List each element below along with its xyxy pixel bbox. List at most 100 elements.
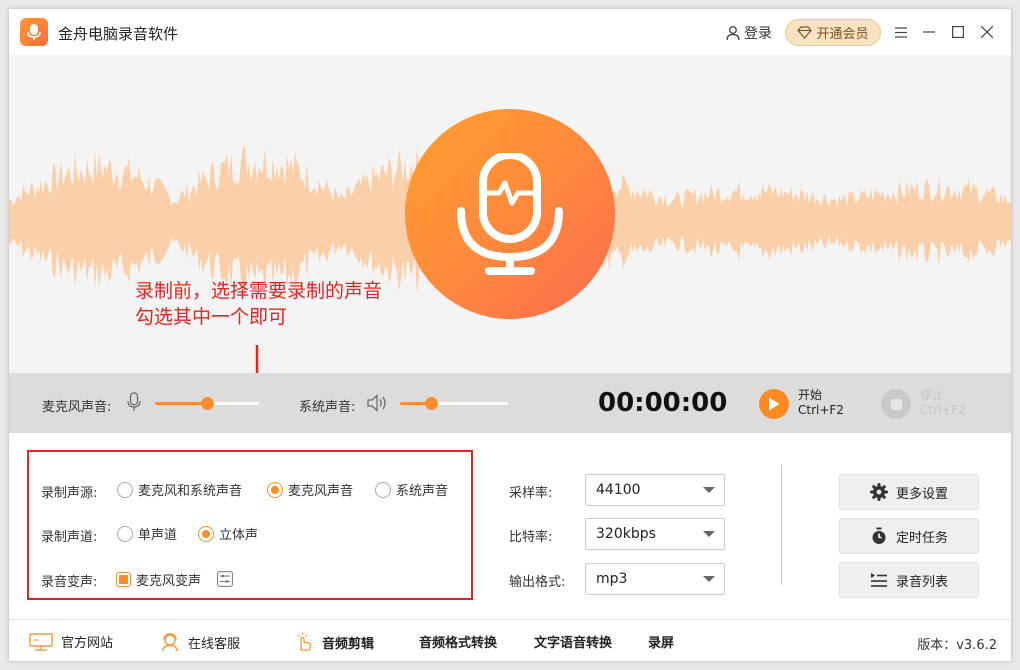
login-label: 登录 bbox=[744, 26, 772, 42]
source-option-system[interactable]: 系统声音 bbox=[375, 480, 448, 499]
minimize-icon[interactable] bbox=[919, 22, 939, 42]
scheduled-task-label: 定时任务 bbox=[895, 530, 948, 546]
stop-record-button[interactable] bbox=[881, 389, 911, 419]
sample-rate-select[interactable]: 44100 bbox=[585, 474, 725, 506]
record-mic-button[interactable] bbox=[405, 109, 615, 319]
timer-icon bbox=[872, 527, 886, 544]
checkbox-checked bbox=[116, 572, 131, 587]
chevron-down-icon bbox=[703, 487, 715, 493]
chevron-down-icon bbox=[703, 531, 715, 537]
sample-rate-value: 44100 bbox=[596, 482, 641, 498]
audio-edit-link[interactable]: 音频剪辑 bbox=[294, 632, 374, 652]
hero-banner: 录制前，选择需要录制的声音 勾选其中一个即可 bbox=[9, 55, 1011, 373]
speaker-icon[interactable] bbox=[367, 394, 389, 412]
channel-option-stereo[interactable]: 立体声 bbox=[198, 524, 258, 543]
source-option-label: 麦克风声音 bbox=[288, 484, 354, 499]
stop-label: 停止 bbox=[920, 388, 945, 402]
mic-volume-fill bbox=[155, 402, 207, 405]
annotation-arrow-icon bbox=[255, 345, 259, 373]
close-icon[interactable] bbox=[977, 22, 997, 42]
list-icon bbox=[870, 573, 887, 587]
version-text: 版本：v3.6.2 bbox=[917, 638, 997, 653]
menu-icon[interactable] bbox=[891, 22, 911, 42]
website-link[interactable]: 官方网站 bbox=[29, 632, 113, 651]
channel-label: 录制声道: bbox=[41, 530, 98, 545]
radio-indicator bbox=[117, 525, 133, 542]
voice-settings-icon[interactable] bbox=[217, 571, 233, 587]
stop-icon bbox=[890, 398, 902, 410]
voice-change-checkbox[interactable]: 麦克风变声 bbox=[116, 570, 201, 589]
chevron-down-icon bbox=[703, 576, 715, 582]
tts-label: 文字语音转换 bbox=[534, 636, 613, 651]
start-label: 开始 bbox=[798, 388, 823, 402]
source-label: 录制声源: bbox=[41, 486, 98, 501]
divider bbox=[781, 465, 782, 585]
format-label: 输出格式: bbox=[509, 575, 566, 590]
stop-record-text[interactable]: 停止 Ctrl+F2 bbox=[920, 388, 966, 418]
radio-indicator-selected bbox=[267, 481, 283, 498]
tts-link[interactable]: 文字语音转换 bbox=[534, 632, 612, 651]
radio-indicator bbox=[375, 481, 391, 498]
online-service-link[interactable]: 在线客服 bbox=[160, 632, 240, 652]
footer-bar: 官方网站 在线客服 音频剪辑 音频格式转换 文字语音转换 录屏 版本：v3.6.… bbox=[9, 619, 1011, 661]
source-option-mic[interactable]: 麦克风声音 bbox=[267, 480, 353, 499]
play-icon bbox=[769, 397, 780, 411]
mic-volume-slider[interactable] bbox=[155, 397, 259, 410]
stop-shortcut: Ctrl+F2 bbox=[920, 403, 966, 417]
recording-list-button[interactable]: 录音列表 bbox=[839, 562, 979, 598]
bitrate-select[interactable]: 320kbps bbox=[585, 518, 725, 550]
maximize-icon[interactable] bbox=[948, 22, 968, 42]
system-volume-knob[interactable] bbox=[425, 397, 438, 410]
vip-label: 开通会员 bbox=[816, 27, 869, 42]
channel-option-mono[interactable]: 单声道 bbox=[117, 524, 177, 543]
source-option-mic-and-system[interactable]: 麦克风和系统声音 bbox=[117, 480, 242, 499]
system-volume-label: 系统声音: bbox=[299, 400, 356, 415]
scheduled-task-button[interactable]: 定时任务 bbox=[839, 518, 979, 554]
app-logo-icon bbox=[20, 18, 48, 46]
login-button[interactable]: 登录 bbox=[725, 23, 772, 43]
format-select[interactable]: mp3 bbox=[585, 563, 725, 595]
audio-edit-label: 音频剪辑 bbox=[322, 636, 375, 652]
online-service-label: 在线客服 bbox=[188, 636, 241, 652]
screen-record-label: 录屏 bbox=[648, 636, 675, 651]
bitrate-value: 320kbps bbox=[596, 526, 656, 542]
annotation-line-1: 录制前，选择需要录制的声音 bbox=[135, 280, 383, 302]
screen-record-link[interactable]: 录屏 bbox=[648, 632, 674, 651]
recording-list-label: 录音列表 bbox=[895, 574, 948, 590]
gear-icon bbox=[869, 483, 888, 501]
source-option-label: 系统声音 bbox=[396, 484, 449, 499]
instruction-annotation: 录制前，选择需要录制的声音 勾选其中一个即可 bbox=[135, 278, 382, 330]
microphone-icon bbox=[457, 153, 563, 275]
format-convert-label: 音频格式转换 bbox=[419, 636, 498, 651]
voice-change-label: 录音变声: bbox=[41, 575, 98, 590]
start-record-text[interactable]: 开始 Ctrl+F2 bbox=[798, 388, 844, 418]
system-volume-slider[interactable] bbox=[400, 397, 508, 410]
source-option-label: 麦克风和系统声音 bbox=[138, 484, 243, 499]
microphone-small-icon[interactable] bbox=[127, 392, 141, 412]
recording-timer: 00:00:00 bbox=[598, 388, 728, 418]
sample-rate-label: 采样率: bbox=[509, 486, 553, 501]
mic-volume-label: 麦克风声音: bbox=[42, 400, 112, 415]
start-record-button[interactable] bbox=[759, 389, 789, 419]
more-settings-label: 更多设置 bbox=[895, 486, 948, 502]
mic-volume-knob[interactable] bbox=[201, 397, 214, 410]
user-icon bbox=[726, 26, 740, 41]
hand-pointer-icon bbox=[297, 633, 312, 651]
app-window: 金舟电脑录音软件 登录 开通会员 录制前，选择需要录制的声音 勾选其中一个即可 … bbox=[9, 9, 1011, 661]
website-label: 官方网站 bbox=[61, 636, 114, 651]
voice-change-option-label: 麦克风变声 bbox=[136, 574, 202, 589]
more-settings-button[interactable]: 更多设置 bbox=[839, 474, 979, 510]
bitrate-label: 比特率: bbox=[509, 530, 553, 545]
annotation-line-2: 勾选其中一个即可 bbox=[135, 306, 288, 328]
channel-option-label: 单声道 bbox=[138, 528, 178, 543]
title-bar: 金舟电脑录音软件 登录 开通会员 bbox=[9, 9, 1011, 55]
start-shortcut: Ctrl+F2 bbox=[798, 403, 844, 417]
channel-option-label: 立体声 bbox=[219, 528, 259, 543]
format-convert-link[interactable]: 音频格式转换 bbox=[419, 632, 497, 651]
app-title: 金舟电脑录音软件 bbox=[58, 25, 179, 43]
radio-indicator-selected bbox=[198, 525, 214, 542]
settings-panel: 录制声源: 麦克风和系统声音 麦克风声音 系统声音 录制声道: 单声道 立体声 … bbox=[9, 433, 1011, 619]
monitor-icon bbox=[29, 632, 53, 651]
customer-service-icon bbox=[162, 633, 178, 652]
vip-button[interactable]: 开通会员 bbox=[785, 19, 881, 46]
